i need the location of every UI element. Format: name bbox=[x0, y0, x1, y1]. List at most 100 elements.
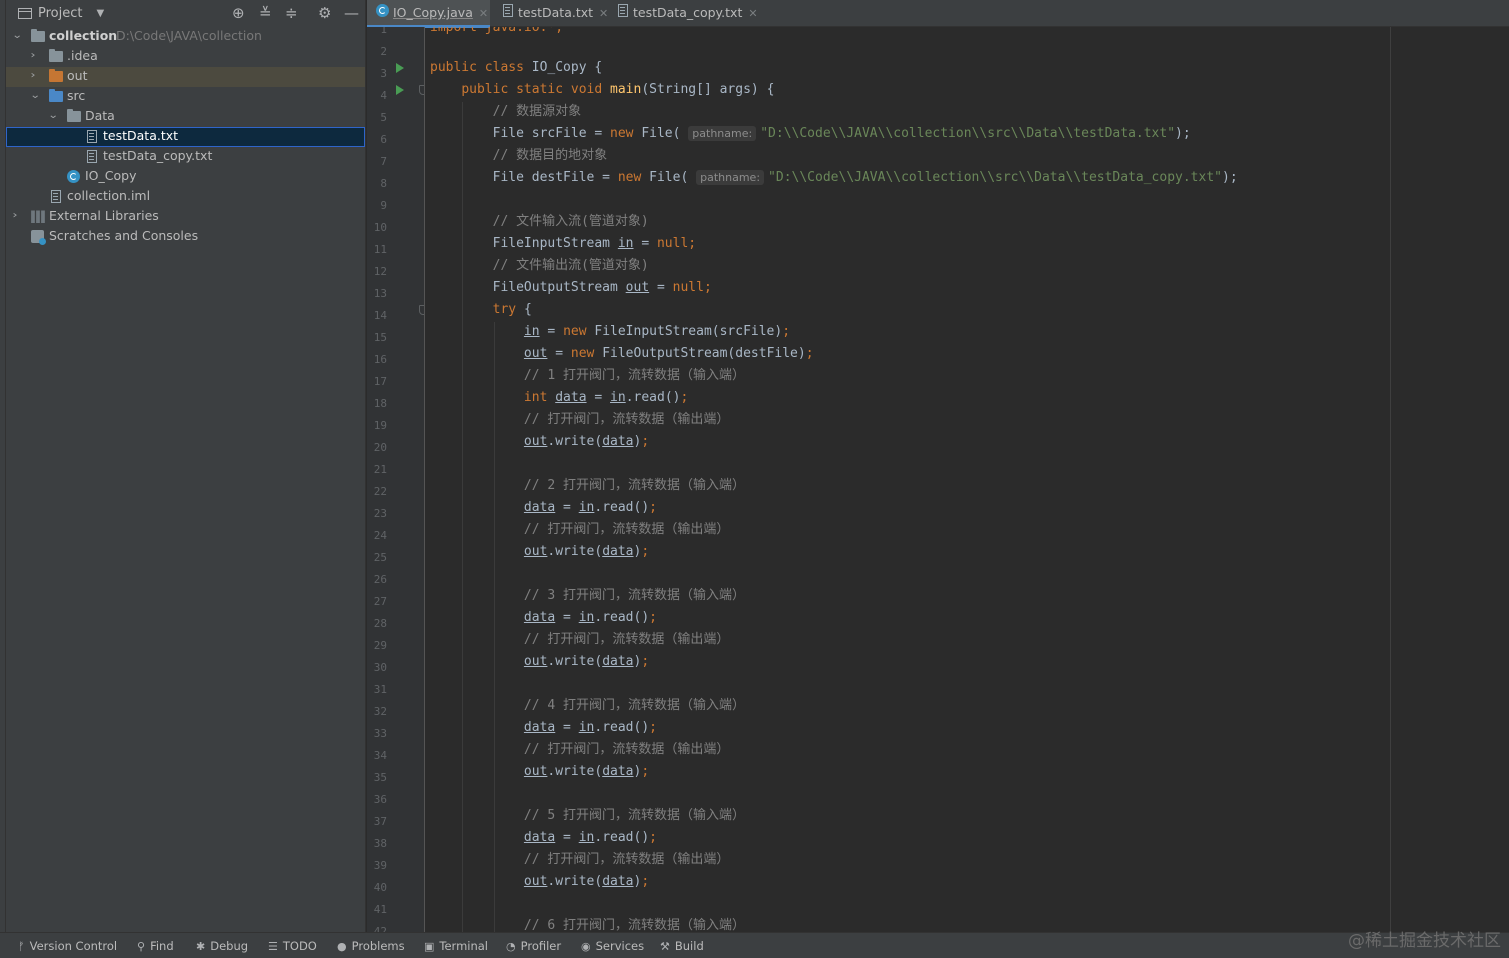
tree-item-collection-iml[interactable]: collection.iml bbox=[6, 186, 365, 206]
tree-item-testdata-txt[interactable]: testData.txt bbox=[6, 126, 365, 146]
code-line-14: try { bbox=[492, 302, 532, 317]
text-file-icon bbox=[503, 4, 513, 17]
build-button[interactable]: ⚒ Build bbox=[660, 937, 704, 956]
line-number: 39 bbox=[373, 859, 387, 872]
code-line-25: out.write(data); bbox=[523, 544, 650, 559]
tree-item-src[interactable]: ⌄ src bbox=[6, 86, 365, 106]
version-control-button[interactable]: ᚠ Version Control bbox=[18, 937, 117, 956]
code-line-7: // 数据目的地对象 bbox=[492, 148, 608, 163]
tree-item-label: src bbox=[67, 88, 86, 103]
todo-button[interactable]: ☰ TODO bbox=[268, 937, 317, 956]
tree-item-data[interactable]: ⌄ Data bbox=[6, 106, 365, 126]
tab-label: IO_Copy.java bbox=[393, 5, 473, 20]
code-line-32: // 4 打开阀门，流转数据（输入端） bbox=[523, 698, 746, 713]
run-class-icon[interactable] bbox=[396, 63, 404, 73]
code-editor[interactable]: import java.io.*; public class IO_Copy {… bbox=[425, 27, 1509, 932]
line-number: 42 bbox=[373, 925, 387, 932]
expand-all-icon[interactable]: ≚ bbox=[259, 4, 272, 22]
tab-io-copy-java[interactable]: IO_Copy.java ✕ bbox=[367, 0, 490, 28]
chevron-right-icon[interactable]: › bbox=[30, 46, 35, 66]
line-number: 25 bbox=[373, 551, 387, 564]
line-number: 5 bbox=[380, 111, 387, 124]
debug-button[interactable]: ✱ Debug bbox=[196, 937, 248, 956]
scratches-icon bbox=[31, 230, 46, 245]
code-line-5: // 数据源对象 bbox=[492, 104, 582, 119]
line-number: 13 bbox=[373, 287, 387, 300]
tree-item-label: testData_copy.txt bbox=[103, 148, 213, 163]
chevron-down-icon[interactable]: ⌄ bbox=[48, 106, 59, 126]
code-line-15: in = new FileInputStream(srcFile); bbox=[523, 324, 791, 339]
list-icon: ☰ bbox=[268, 940, 278, 953]
chevron-down-icon[interactable]: ⌄ bbox=[30, 86, 41, 106]
code-line-1: import java.io.*; bbox=[430, 27, 564, 35]
project-panel-header[interactable]: Project ▼ ⊕ ≚ ≑ ⚙ — bbox=[6, 0, 365, 26]
java-class-icon bbox=[67, 170, 80, 183]
chevron-down-icon[interactable]: ▼ bbox=[96, 8, 104, 19]
close-icon[interactable]: ✕ bbox=[479, 7, 488, 20]
terminal-icon: ▣ bbox=[424, 940, 435, 953]
tree-item-label: collection bbox=[49, 28, 118, 43]
code-line-17: // 1 打开阀门，流转数据（输入端） bbox=[523, 368, 746, 383]
tree-item-label: Scratches and Consoles bbox=[49, 228, 199, 243]
profiler-button[interactable]: ◔ Profiler bbox=[506, 937, 561, 956]
tab-testdata-copy-txt[interactable]: testData_copy.txt ✕ bbox=[607, 0, 758, 27]
services-button[interactable]: ◉ Services bbox=[581, 937, 644, 956]
chevron-right-icon[interactable]: › bbox=[12, 206, 17, 226]
code-line-3: public class IO_Copy { bbox=[430, 60, 603, 75]
line-number: 22 bbox=[373, 485, 387, 498]
code-line-13: FileOutputStream out = null; bbox=[430, 280, 712, 295]
run-main-icon[interactable] bbox=[396, 85, 404, 95]
tree-item-external-libraries[interactable]: › ‖‖‖ External Libraries bbox=[6, 206, 365, 226]
tree-item-out[interactable]: › out bbox=[6, 66, 365, 86]
line-number: 40 bbox=[373, 881, 387, 894]
text-file-icon bbox=[87, 150, 97, 163]
chevron-right-icon[interactable]: › bbox=[30, 66, 35, 86]
tree-item-testdata-copy-txt[interactable]: testData_copy.txt bbox=[6, 146, 365, 166]
code-line-22: // 2 打开阀门，流转数据（输入端） bbox=[523, 478, 746, 493]
tree-item-collection[interactable]: ⌄ collection D:\Code\JAVA\collection bbox=[6, 26, 365, 46]
java-class-icon bbox=[376, 4, 389, 17]
code-line-33: data = in.read(); bbox=[523, 720, 657, 735]
tab-testdata-txt[interactable]: testData.txt ✕ bbox=[492, 0, 608, 27]
code-line-38: data = in.read(); bbox=[523, 830, 657, 845]
gear-icon[interactable]: ⚙ bbox=[318, 4, 331, 22]
find-button[interactable]: ⚲ Find bbox=[137, 937, 174, 956]
text-file-icon bbox=[87, 130, 97, 143]
line-number: 24 bbox=[373, 529, 387, 542]
code-line-40: out.write(data); bbox=[523, 874, 650, 889]
line-number: 38 bbox=[373, 837, 387, 850]
terminal-button[interactable]: ▣ Terminal bbox=[424, 937, 488, 956]
line-number: 35 bbox=[373, 771, 387, 784]
code-line-23: data = in.read(); bbox=[523, 500, 657, 515]
tree-item-idea[interactable]: › .idea bbox=[6, 46, 365, 66]
tree-item-scratches[interactable]: Scratches and Consoles bbox=[6, 226, 365, 246]
line-number: 11 bbox=[373, 243, 387, 256]
parameter-hint: pathname: bbox=[688, 126, 757, 141]
tree-item-label: out bbox=[67, 68, 88, 83]
tree-item-label: IO_Copy bbox=[85, 168, 137, 183]
line-number: 7 bbox=[380, 155, 387, 168]
line-number: 3 bbox=[380, 67, 387, 80]
line-number: 34 bbox=[373, 749, 387, 762]
line-number: 21 bbox=[373, 463, 387, 476]
code-line-27: // 3 打开阀门，流转数据（输入端） bbox=[523, 588, 746, 603]
close-icon[interactable]: ✕ bbox=[748, 7, 757, 20]
line-number: 16 bbox=[373, 353, 387, 366]
chevron-down-icon[interactable]: ⌄ bbox=[12, 26, 23, 46]
code-line-18: int data = in.read(); bbox=[523, 390, 689, 405]
folder-icon bbox=[67, 109, 81, 122]
project-panel-title: Project bbox=[38, 5, 83, 21]
minimize-icon[interactable]: — bbox=[344, 4, 359, 22]
line-number: 4 bbox=[380, 89, 387, 102]
code-line-39: // 打开阀门，流转数据（输出端） bbox=[523, 852, 730, 867]
collapse-all-icon[interactable]: ≑ bbox=[285, 4, 298, 22]
tree-item-io-copy[interactable]: IO_Copy bbox=[6, 166, 365, 186]
code-line-16: out = new FileOutputStream(destFile); bbox=[523, 346, 814, 361]
module-file-icon bbox=[51, 190, 61, 203]
locate-icon[interactable]: ⊕ bbox=[232, 4, 245, 22]
code-line-28: data = in.read(); bbox=[523, 610, 657, 625]
line-number: 2 bbox=[380, 45, 387, 58]
code-line-20: out.write(data); bbox=[523, 434, 650, 449]
problems-button[interactable]: ● Problems bbox=[337, 937, 405, 956]
code-line-4: public static void main(String[] args) { bbox=[461, 82, 775, 97]
